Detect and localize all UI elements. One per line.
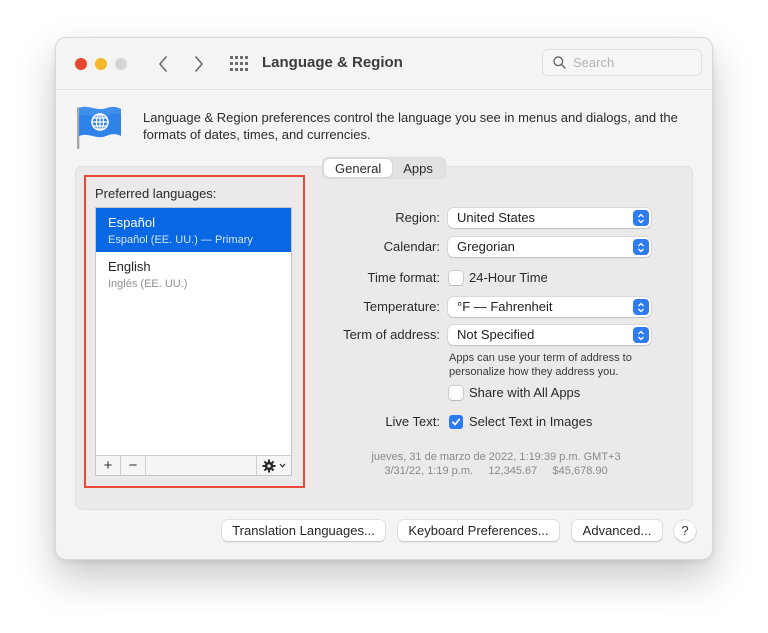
- calendar-value: Gregorian: [457, 239, 515, 254]
- region-label: Region:: [395, 210, 440, 225]
- search-input[interactable]: [573, 55, 693, 70]
- term-of-address-label: Term of address:: [343, 327, 440, 342]
- up-down-chevron-icon: [633, 299, 649, 315]
- term-of-address-select[interactable]: Not Specified: [448, 325, 651, 345]
- select-text-in-images-checkbox[interactable]: [449, 415, 463, 429]
- back-button[interactable]: [152, 52, 174, 76]
- temperature-value: °F — Fahrenheit: [457, 299, 553, 314]
- action-menu-button[interactable]: [257, 456, 291, 475]
- show-all-grid-icon[interactable]: [228, 53, 250, 75]
- date-format-sample: jueves, 31 de marzo de 2022, 1:19:39 p.m…: [371, 451, 621, 463]
- advanced-button[interactable]: Advanced...: [572, 520, 662, 541]
- search-field[interactable]: [542, 49, 702, 76]
- temperature-label: Temperature:: [363, 299, 440, 314]
- list-item[interactable]: English Inglés (EE. UU.): [96, 252, 291, 296]
- chevron-right-icon: [195, 56, 203, 72]
- tab-apps[interactable]: Apps: [392, 159, 444, 177]
- translation-languages-button[interactable]: Translation Languages...: [222, 520, 385, 541]
- title-bar: Language & Region: [56, 38, 712, 90]
- footer-spacer: [146, 456, 257, 475]
- language-subtitle: Inglés (EE. UU.): [108, 278, 188, 290]
- help-button[interactable]: ?: [674, 520, 696, 542]
- live-text-label: Live Text:: [385, 414, 440, 429]
- globe-flag-icon: [77, 106, 121, 149]
- keyboard-preferences-button[interactable]: Keyboard Preferences...: [398, 520, 559, 541]
- gear-icon: [262, 459, 276, 472]
- list-footer: + −: [96, 455, 291, 475]
- add-language-button[interactable]: +: [96, 456, 121, 475]
- share-with-all-apps-checkbox[interactable]: [449, 386, 463, 400]
- preferences-window: Language & Region Language & Region pref…: [55, 37, 713, 560]
- up-down-chevron-icon: [633, 210, 649, 226]
- time-format-label: Time format:: [367, 270, 440, 285]
- tab-general[interactable]: General: [324, 159, 393, 177]
- description-text: Language & Region preferences control th…: [143, 110, 678, 142]
- term-of-address-hint: Apps can use your term of address to per…: [449, 352, 632, 378]
- chevron-down-icon: [279, 463, 286, 468]
- 24-hour-time-label[interactable]: 24-Hour Time: [469, 270, 548, 285]
- term-of-address-value: Not Specified: [457, 327, 535, 342]
- language-name: Español: [108, 215, 155, 230]
- up-down-chevron-icon: [633, 327, 649, 343]
- share-with-all-apps-label[interactable]: Share with All Apps: [469, 385, 580, 400]
- language-subtitle: Español (EE. UU.) — Primary: [108, 234, 253, 246]
- language-name: English: [108, 259, 151, 274]
- 24-hour-time-checkbox[interactable]: [449, 271, 463, 285]
- preferred-languages-label: Preferred languages:: [95, 186, 217, 201]
- preferred-languages-list[interactable]: Español Español (EE. UU.) — Primary Engl…: [95, 207, 292, 476]
- zoom-button[interactable]: [115, 58, 127, 70]
- remove-language-button[interactable]: −: [121, 456, 146, 475]
- checkmark-icon: [451, 418, 461, 426]
- up-down-chevron-icon: [633, 239, 649, 255]
- window-title: Language & Region: [262, 54, 403, 71]
- forward-button[interactable]: [188, 52, 210, 76]
- chevron-left-icon: [159, 56, 167, 72]
- region-select[interactable]: United States: [448, 208, 651, 228]
- minimize-button[interactable]: [95, 58, 107, 70]
- select-text-in-images-label[interactable]: Select Text in Images: [469, 414, 592, 429]
- search-icon: [553, 56, 566, 69]
- region-value: United States: [457, 210, 536, 225]
- calendar-label: Calendar:: [383, 239, 440, 254]
- list-item[interactable]: Español Español (EE. UU.) — Primary: [96, 208, 291, 252]
- tab-bar: General Apps: [322, 157, 446, 179]
- calendar-select[interactable]: Gregorian: [448, 237, 651, 257]
- temperature-select[interactable]: °F — Fahrenheit: [448, 297, 651, 317]
- close-button[interactable]: [75, 58, 87, 70]
- number-format-sample: 3/31/22, 1:19 p.m. 12,345.67 $45,678.90: [384, 465, 608, 477]
